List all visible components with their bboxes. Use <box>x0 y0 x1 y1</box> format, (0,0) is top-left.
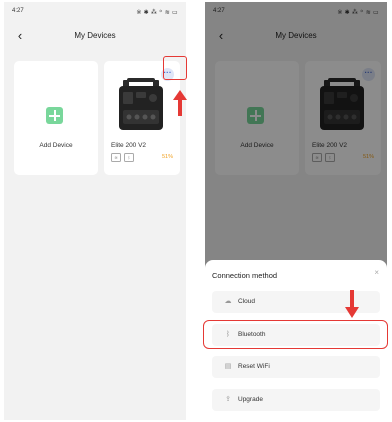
battery-level: 51% <box>161 154 173 160</box>
cloud-icon: ☁ <box>224 298 232 305</box>
bluetooth-status-icon: ᛒ <box>124 153 134 162</box>
wifi-status-icon: ≋ <box>111 153 121 162</box>
option-label: Reset WiFi <box>238 363 270 370</box>
add-device-card[interactable]: Add Device <box>14 61 98 175</box>
close-icon[interactable]: × <box>374 268 379 277</box>
sheet-title: Connection method <box>212 271 278 280</box>
app-bar: ‹ My Devices <box>4 26 186 48</box>
phone-screen-connection: 4:27 ※ ✱ ⁂ ꙳ ≋ ▭ ‹ My Devices Add Device… <box>205 2 387 420</box>
plus-icon <box>46 107 63 124</box>
status-bar: 4:27 ※ ✱ ⁂ ꙳ ≋ ▭ <box>4 6 186 18</box>
annotation-highlight-bluetooth <box>203 320 388 349</box>
option-label: Upgrade <box>238 396 263 403</box>
router-icon: ▤ <box>224 363 232 370</box>
device-status-icons: ≋ ᛒ <box>111 153 134 162</box>
annotation-arrow-down-icon <box>345 290 359 318</box>
status-icons: ※ ✱ ⁂ ꙳ ≋ ▭ <box>136 10 178 16</box>
add-device-label: Add Device <box>39 142 73 149</box>
page-title: My Devices <box>74 31 116 40</box>
status-time: 4:27 <box>12 8 24 14</box>
phone-screen-devices: 4:27 ※ ✱ ⁂ ꙳ ≋ ▭ ‹ My Devices Add Device… <box>4 2 186 420</box>
device-name: Elite 200 V2 <box>111 142 147 149</box>
annotation-arrow-up-icon <box>173 90 187 116</box>
option-label: Cloud <box>238 298 255 305</box>
upgrade-icon: ⇪ <box>225 396 231 403</box>
power-station-image <box>119 78 163 130</box>
annotation-highlight-more <box>163 56 187 80</box>
option-upgrade[interactable]: ⇪ Upgrade <box>212 389 380 411</box>
option-reset-wifi[interactable]: ▤ Reset WiFi <box>212 356 380 378</box>
